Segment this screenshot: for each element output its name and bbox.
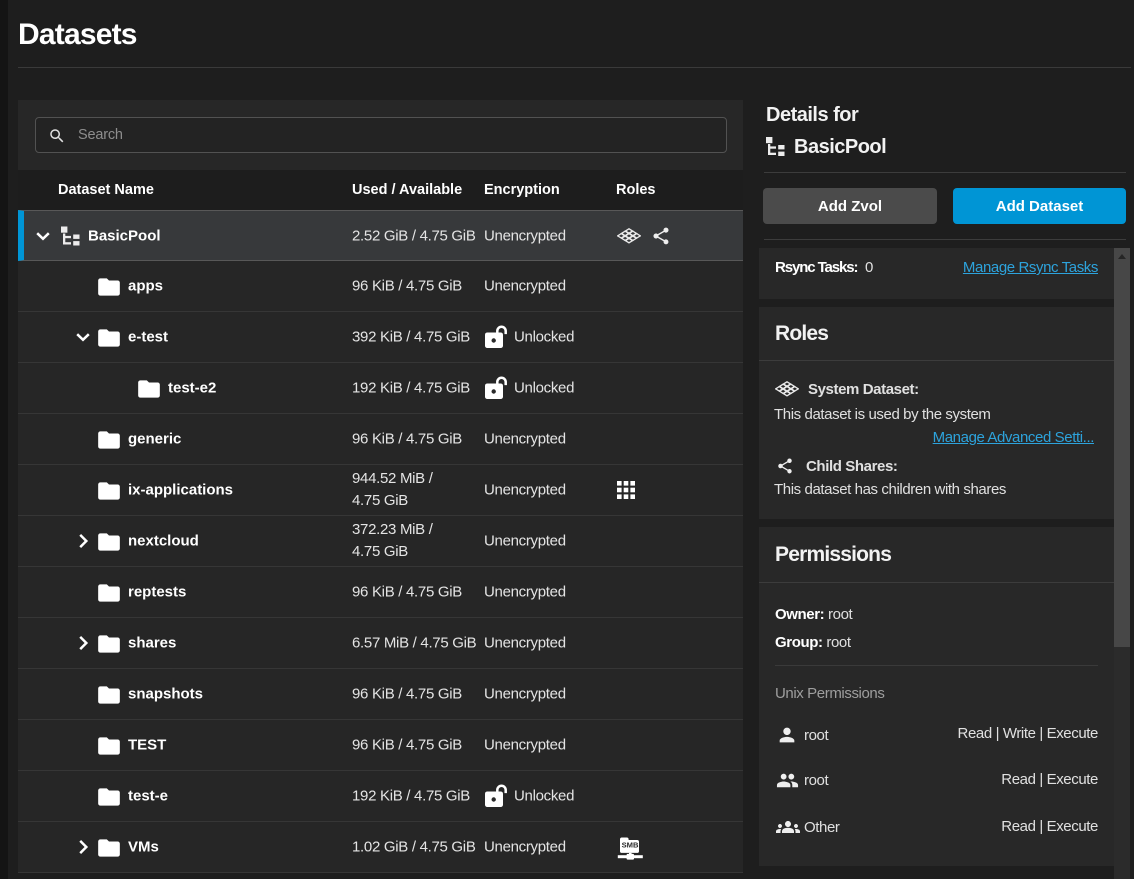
svg-text:SMB: SMB	[622, 841, 639, 850]
